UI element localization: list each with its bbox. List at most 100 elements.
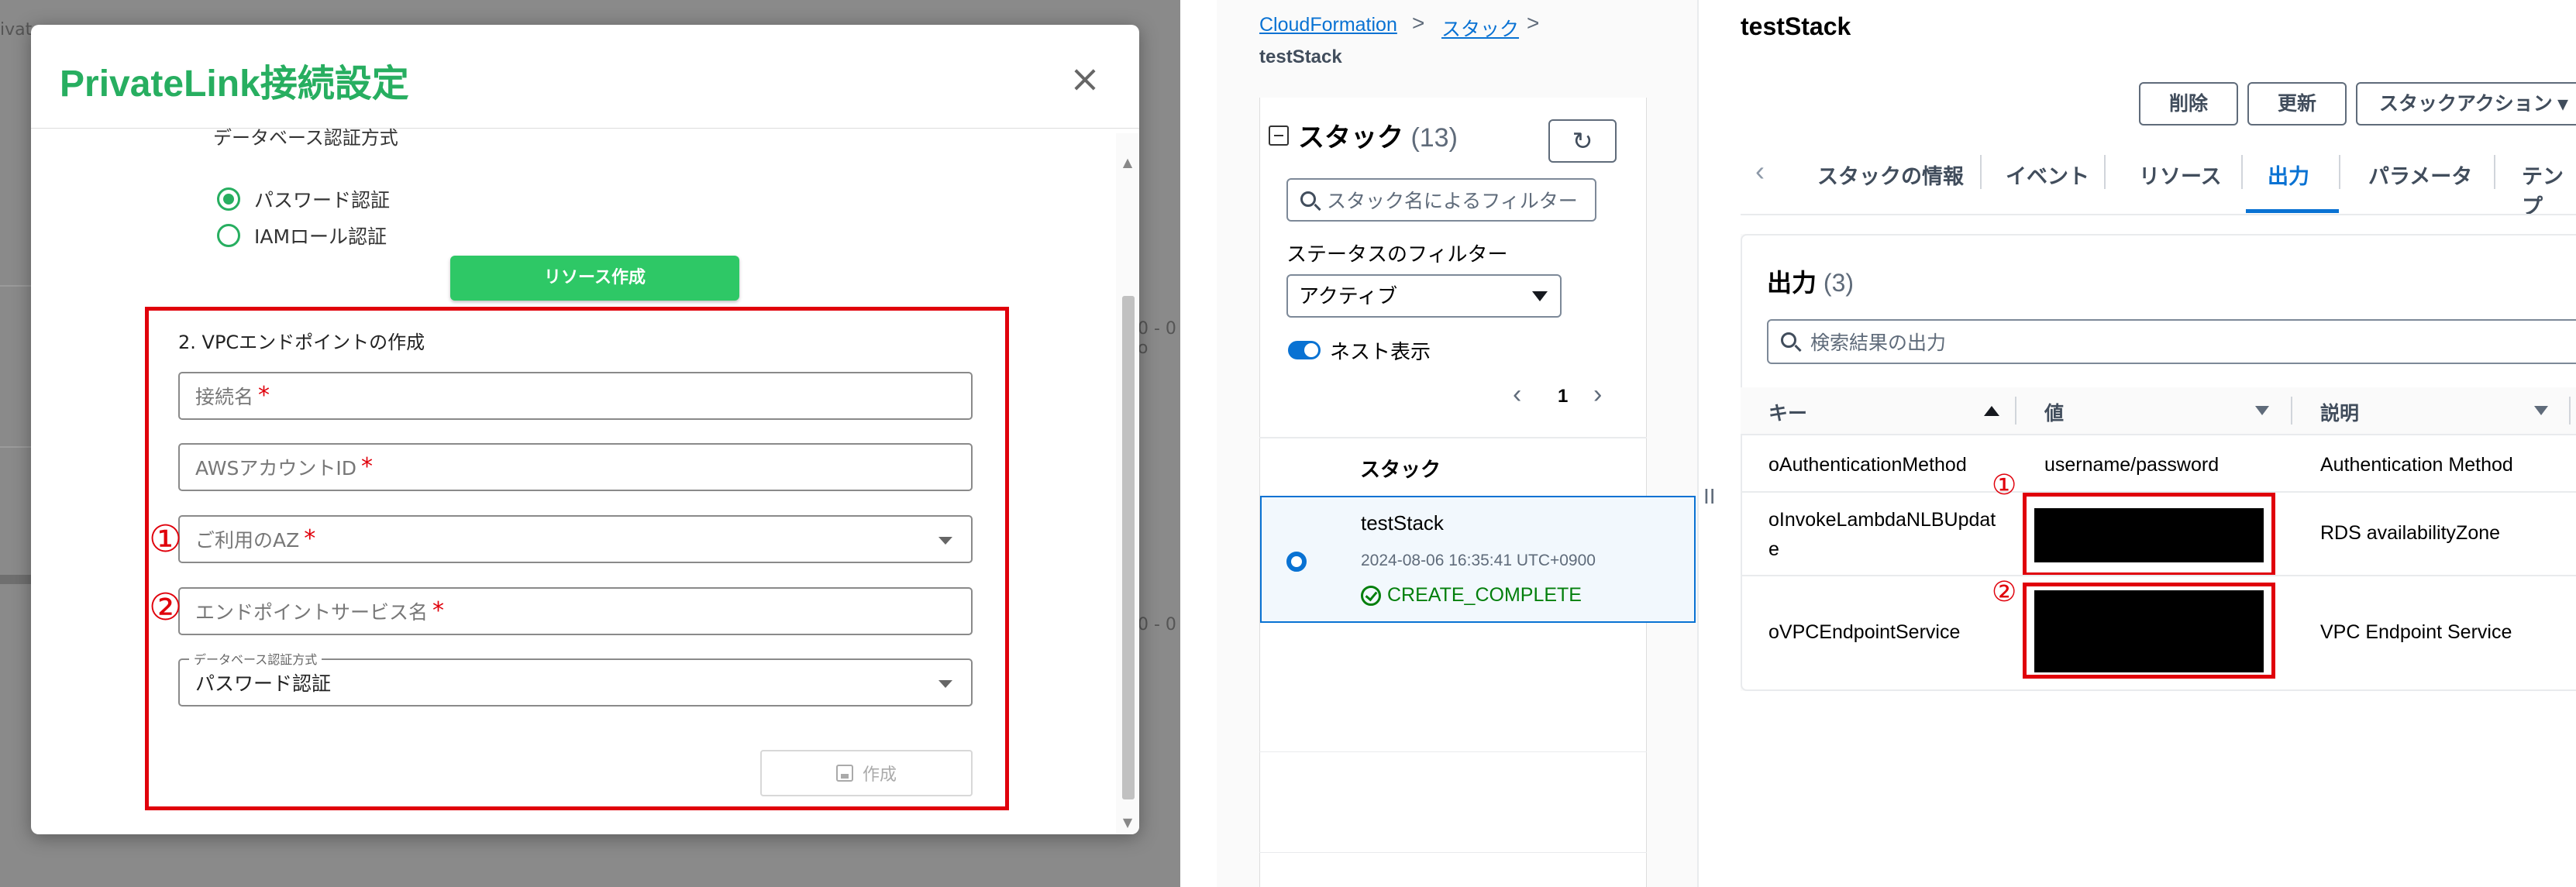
stack-list-heading: スタック (13) <box>1269 116 1458 154</box>
tab-events[interactable]: イベント <box>2006 160 2089 190</box>
collapse-icon[interactable] <box>1269 125 1289 146</box>
output-key: oInvokeLambdaNLBUpdate <box>1768 509 1996 560</box>
outputs-search-input[interactable]: 検索結果の出力 <box>1767 319 2576 364</box>
stack-status: CREATE_COMPLETE <box>1361 584 1582 607</box>
tab-separator <box>2339 155 2340 189</box>
scrollbar-thumb[interactable] <box>1122 296 1135 799</box>
radio-password[interactable]: パスワード認証 <box>217 184 390 215</box>
save-icon <box>835 765 853 782</box>
aws-account-id-field[interactable]: AWSアカウントID * <box>178 443 973 491</box>
output-key: oVPCEndpointService <box>1768 621 1961 643</box>
row-divider <box>1741 575 2576 576</box>
column-separator <box>2291 397 2292 425</box>
background-text: 0 - 0 o <box>1138 319 1176 358</box>
sort-ascending-icon[interactable] <box>1984 406 1999 416</box>
column-header-description[interactable]: 説明 <box>2320 398 2359 426</box>
nested-view-label: ネスト表示 <box>1330 340 1431 363</box>
output-value: username/password <box>2044 454 2220 476</box>
marker-2: ② <box>149 586 183 629</box>
close-icon[interactable]: × <box>1062 56 1108 102</box>
tabs-divider <box>1741 214 2576 215</box>
header-divider <box>31 128 1139 129</box>
redacted-value <box>2034 508 2264 562</box>
divider <box>1259 437 1647 438</box>
column-separator <box>2015 397 2016 425</box>
heading-text: スタック <box>1298 123 1403 153</box>
tab-separator <box>2494 155 2495 189</box>
tab-template[interactable]: テンプ <box>2522 160 2576 220</box>
field-placeholder: 接続名 <box>195 386 254 408</box>
marker-1: ① <box>1992 469 2017 501</box>
chevron-down-icon <box>938 537 952 545</box>
update-button[interactable]: 更新 <box>2247 82 2347 125</box>
stack-count: (13) <box>1410 123 1458 153</box>
nested-view-toggle[interactable] <box>1288 341 1321 359</box>
auth-method-label: データベース認証方式 <box>213 127 398 149</box>
tab-parameters[interactable]: パラメータ <box>2368 160 2472 190</box>
delete-button[interactable]: 削除 <box>2139 82 2238 125</box>
output-description: RDS availabilityZone <box>2320 522 2501 544</box>
connection-name-field[interactable]: 接続名 * <box>178 372 973 420</box>
search-icon <box>1300 191 1316 207</box>
radio-label: パスワード認証 <box>254 189 391 211</box>
tab-stack-info[interactable]: スタックの情報 <box>1817 160 1964 190</box>
sort-icon[interactable] <box>2255 406 2269 415</box>
stack-name[interactable]: testStack <box>1361 511 1444 535</box>
create-button-label: 作成 <box>862 765 897 785</box>
scroll-down-icon[interactable]: ▼ <box>1116 815 1139 830</box>
output-description: Authentication Method <box>2320 454 2513 476</box>
tab-outputs[interactable]: 出力 <box>2268 160 2309 190</box>
stack-detail-title: testStack <box>1741 12 1851 40</box>
breadcrumb-cloudformation[interactable]: CloudFormation <box>1259 14 1397 36</box>
redacted-value <box>2034 590 2264 672</box>
divider <box>1259 751 1647 752</box>
modal-title: PrivateLink接続設定 <box>60 64 409 105</box>
output-description: VPC Endpoint Service <box>2320 621 2512 643</box>
tab-resources[interactable]: リソース <box>2139 160 2222 190</box>
active-tab-indicator <box>2246 209 2339 213</box>
page-prev-icon[interactable]: ‹ <box>1513 380 1521 410</box>
search-placeholder: スタック名によるフィルター <box>1327 191 1578 212</box>
marker-1: ① <box>149 517 183 561</box>
page-next-icon[interactable]: › <box>1593 380 1602 410</box>
field-placeholder: エンドポイントサービス名 <box>195 601 429 624</box>
create-resource-button[interactable]: リソース作成 <box>450 256 739 301</box>
sort-icon[interactable] <box>2534 406 2548 415</box>
status-filter-label: ステータスのフィルター <box>1286 242 1508 266</box>
breadcrumb-stacks[interactable]: スタック <box>1441 14 1519 42</box>
panel-resize-handle[interactable] <box>1697 0 1728 887</box>
scroll-up-icon[interactable]: ▲ <box>1116 155 1139 170</box>
outputs-heading: 出力 (3) <box>1767 263 1854 299</box>
radio-selected-icon[interactable] <box>1286 552 1307 572</box>
chevron-down-icon <box>938 680 952 688</box>
background-text: 0 - 0 <box>1138 615 1176 634</box>
stack-row[interactable]: testStack 2024-08-06 16:35:41 UTC+0900 C… <box>1260 496 1696 623</box>
chevron-right-icon: > <box>1527 11 1540 35</box>
select-value: パスワード認証 <box>195 672 332 695</box>
tab-separator <box>2104 155 2106 189</box>
auth-method-legend: データベース認証方式 <box>189 649 322 668</box>
create-button[interactable]: 作成 <box>760 750 973 796</box>
divider <box>1259 852 1647 853</box>
field-placeholder: ご利用のAZ <box>195 529 300 552</box>
scrollbar[interactable]: ▲ ▼ <box>1116 133 1139 834</box>
tabs-prev-icon[interactable]: ‹ <box>1755 155 1765 187</box>
stack-actions-button[interactable]: スタックアクション ▾ <box>2356 82 2576 125</box>
column-header-key[interactable]: キー <box>1768 398 1807 426</box>
required-mark: * <box>304 525 316 552</box>
caret-down-icon <box>1532 291 1548 301</box>
radio-iam-role[interactable]: IAMロール認証 <box>217 220 387 251</box>
endpoint-service-field[interactable]: エンドポイントサービス名 * <box>178 587 973 635</box>
background-divider <box>0 575 31 584</box>
page-number[interactable]: 1 <box>1558 386 1568 407</box>
left-screenshot: ivat 0 - 0 o 0 - 0 PrivateLink接続設定 × データ… <box>0 0 1180 887</box>
drag-handle-icon[interactable]: II <box>1703 484 1716 509</box>
refresh-button[interactable]: ↻ <box>1548 119 1617 163</box>
stack-search-input[interactable]: スタック名によるフィルター <box>1286 178 1596 222</box>
select-value: アクティブ <box>1299 284 1398 308</box>
column-header-value[interactable]: 値 <box>2044 398 2064 426</box>
required-mark: * <box>258 382 270 409</box>
status-filter-select[interactable]: アクティブ <box>1286 274 1562 318</box>
az-select[interactable]: ご利用のAZ * <box>178 515 973 563</box>
column-separator <box>2569 397 2571 425</box>
